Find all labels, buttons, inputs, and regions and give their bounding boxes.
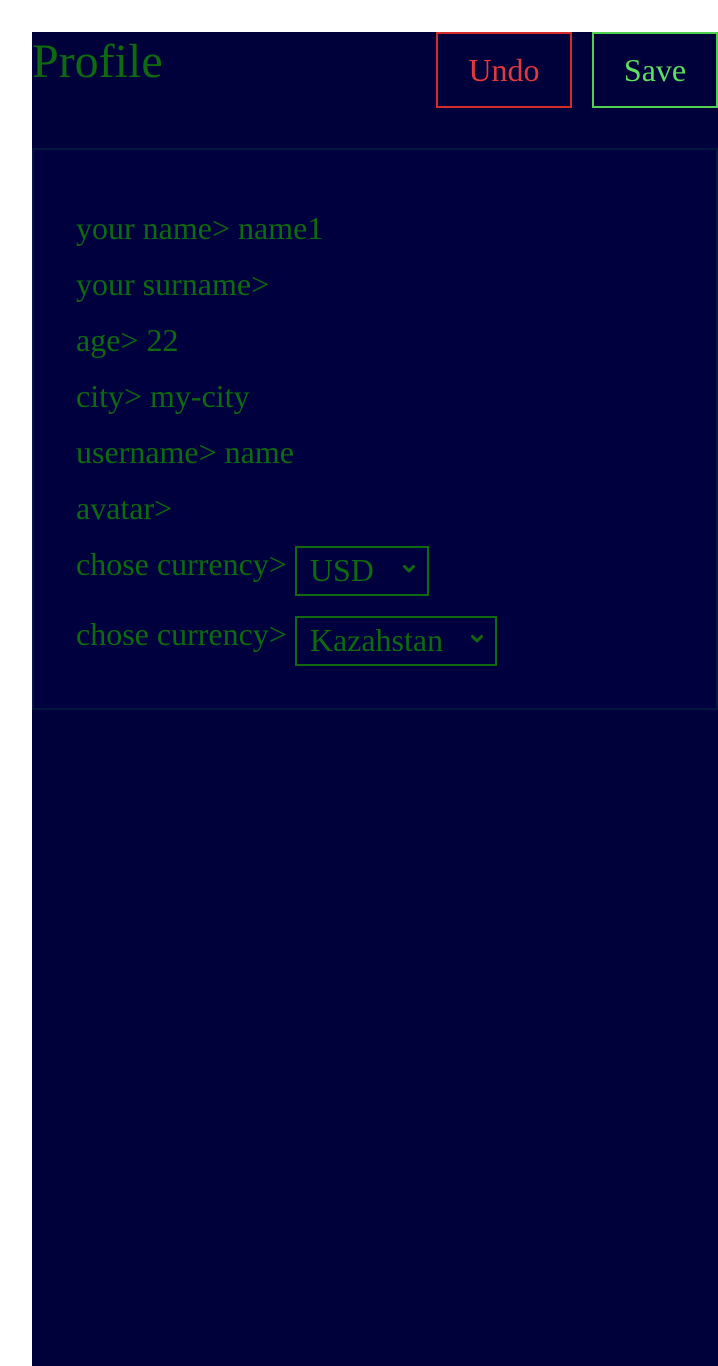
name-value: name1 (238, 210, 324, 246)
surname-label: your surname> (76, 266, 270, 302)
currency-select[interactable]: USD (294, 546, 429, 596)
country-select[interactable]: Kazahstan (294, 616, 497, 666)
undo-button[interactable]: Undo (436, 32, 572, 108)
country-row: chose currency> Kazahstan (76, 614, 716, 684)
country-selected-value: Kazahstan (309, 622, 444, 658)
city-field: city> my-city (76, 376, 716, 432)
age-field: age> 22 (76, 320, 716, 376)
city-value: my-city (150, 378, 250, 414)
age-label: age> (76, 322, 139, 358)
avatar-field: avatar> (76, 488, 716, 544)
page-title: Profile (32, 35, 163, 88)
city-label: city> (76, 378, 143, 414)
currency-label: chose currency> (76, 546, 287, 582)
username-value: name (224, 434, 294, 470)
username-field: username> name (76, 432, 716, 488)
name-label: your name> (76, 210, 230, 246)
profile-fields: your name> name1 your surname> age> 22 cit… (76, 208, 716, 684)
profile-page: Profile Undo Save your name> name1 your s… (32, 32, 718, 1366)
name-field: your name> name1 (76, 208, 716, 264)
avatar-label: avatar> (76, 490, 173, 526)
country-label: chose currency> (76, 616, 287, 652)
profile-panel: your name> name1 your surname> age> 22 cit… (32, 148, 718, 710)
username-label: username> (76, 434, 217, 470)
save-button[interactable]: Save (592, 32, 718, 108)
chevron-down-icon (402, 565, 415, 573)
header: Profile Undo Save (32, 32, 718, 148)
currency-selected-value: USD (309, 552, 374, 588)
age-value: 22 (146, 322, 179, 358)
surname-field: your surname> (76, 264, 716, 320)
chevron-down-icon (470, 635, 483, 643)
currency-row: chose currency> USD (76, 544, 716, 614)
